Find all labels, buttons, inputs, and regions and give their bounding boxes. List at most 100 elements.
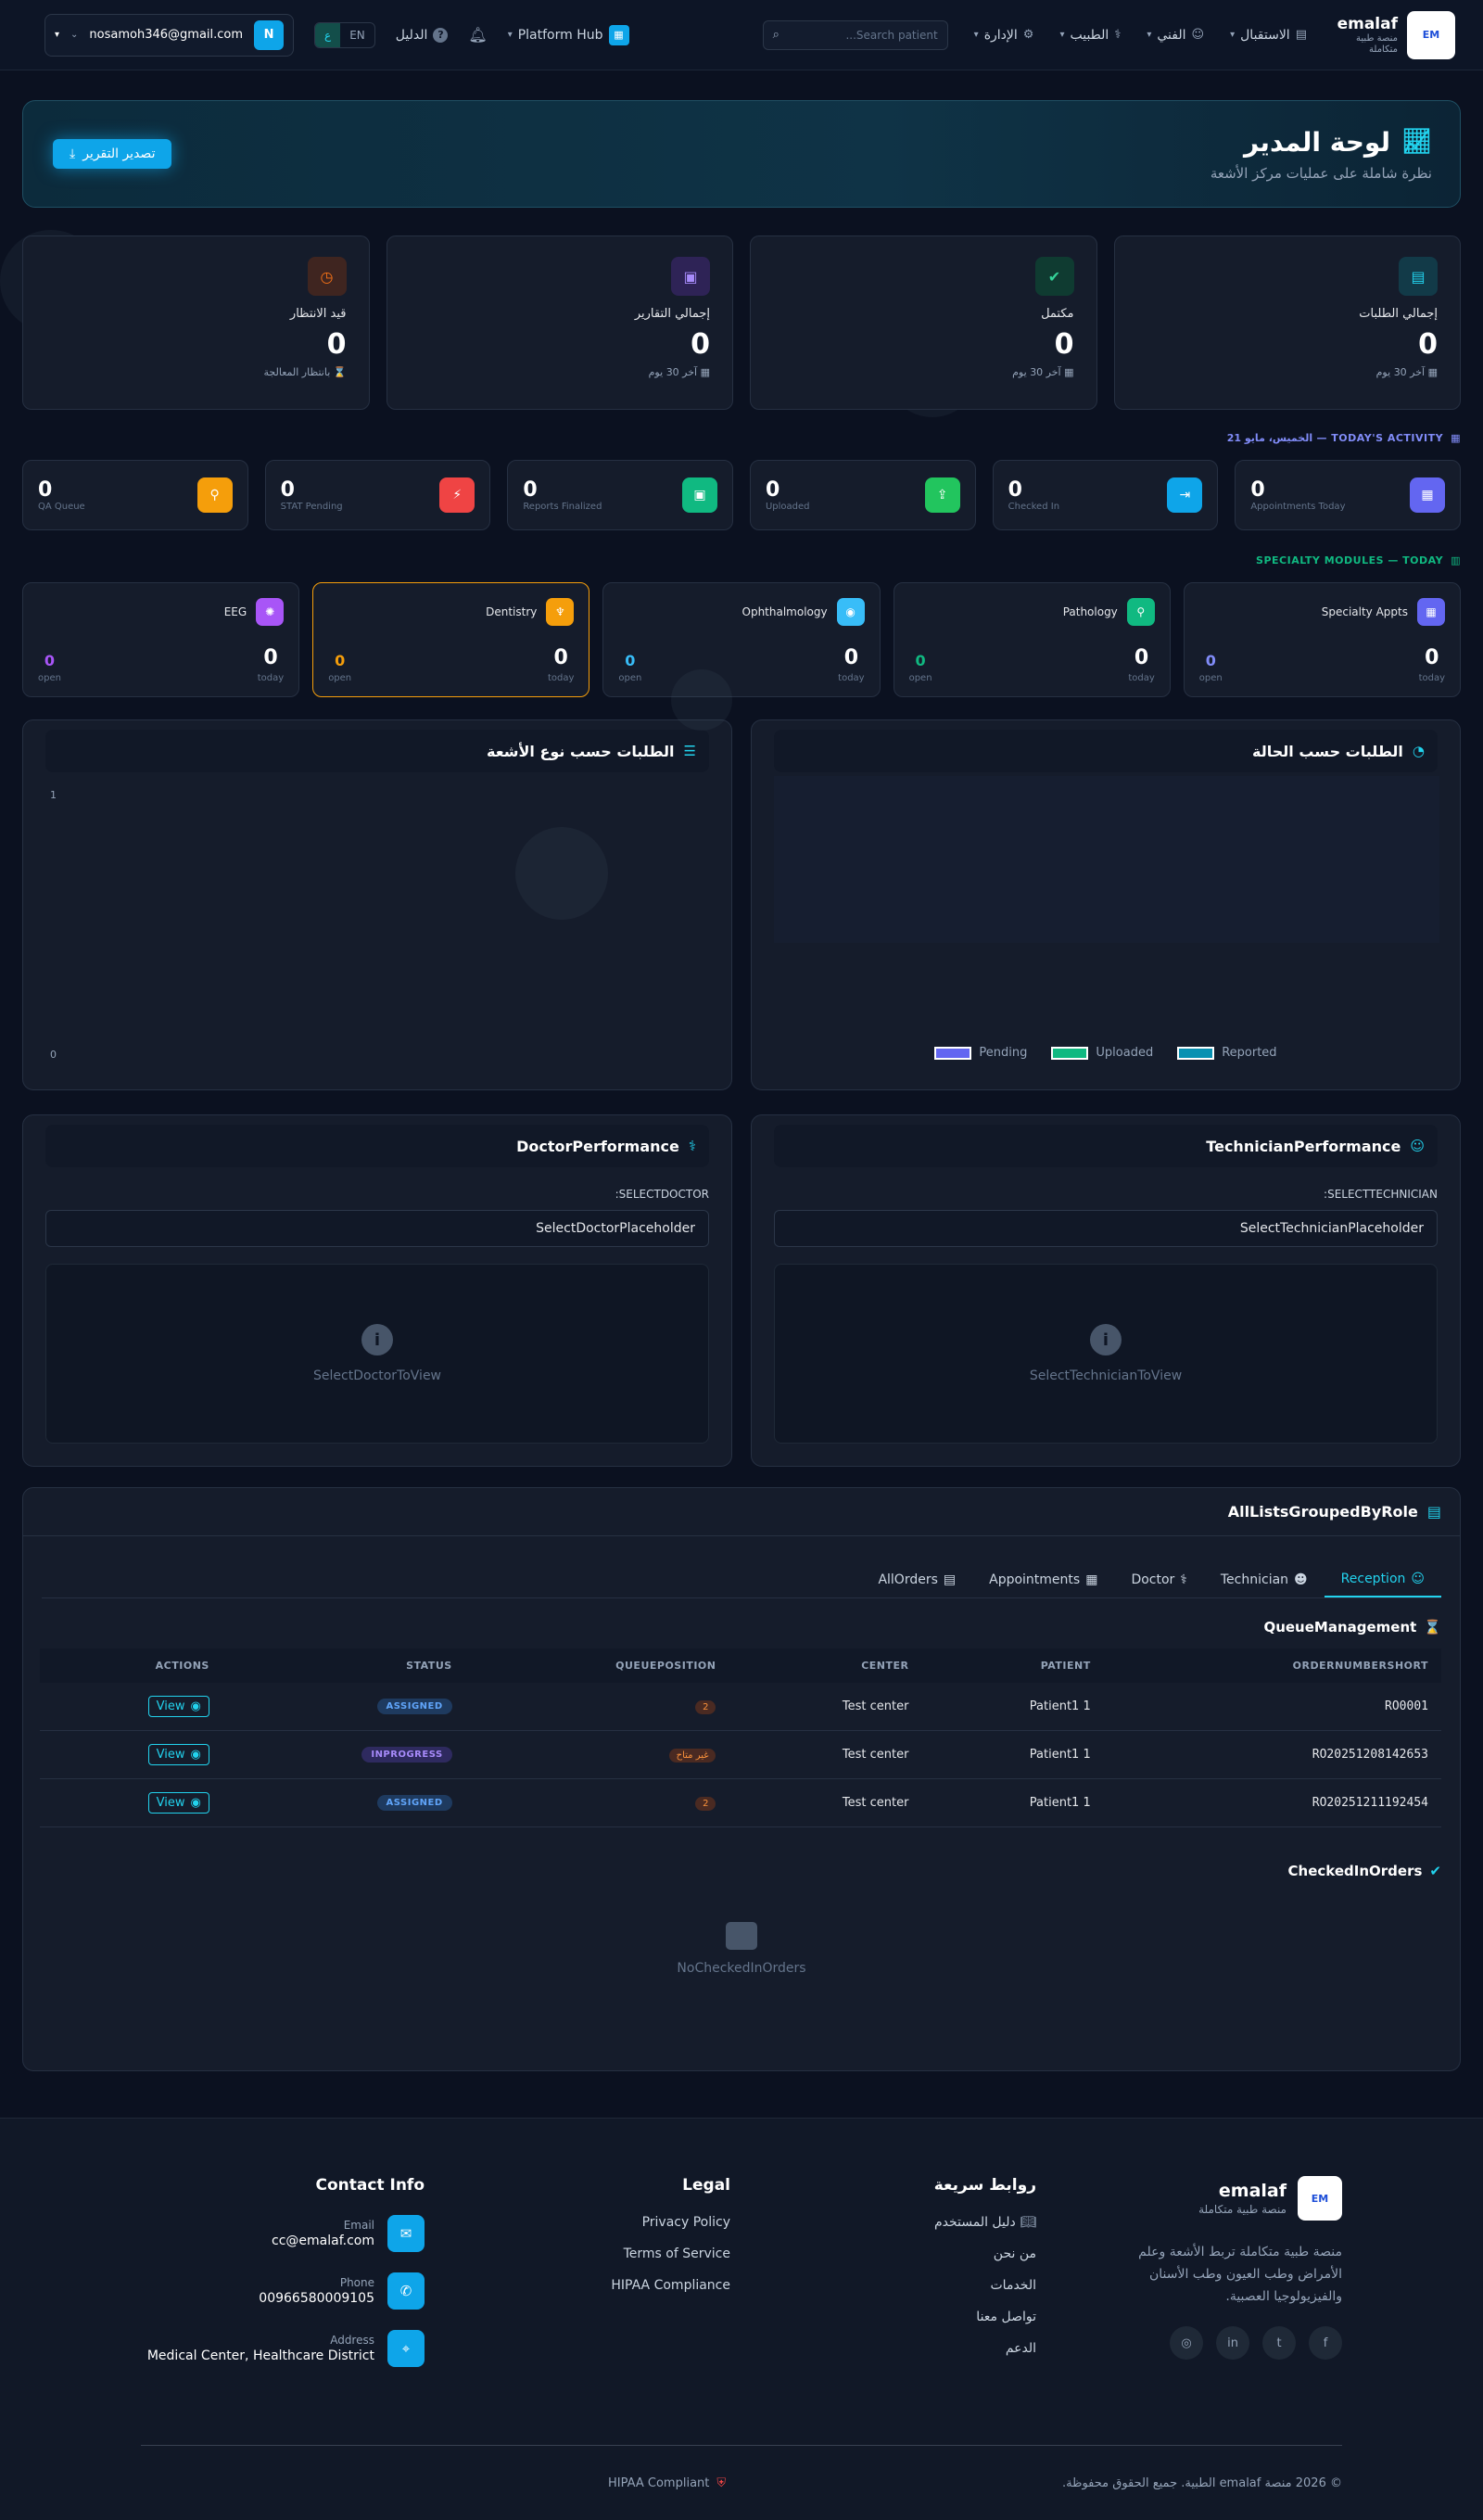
specialty-name: EEG [223, 605, 247, 618]
legend-item-pending[interactable]: Pending [934, 1046, 1027, 1060]
kpi-label: إجمالي الطلبات [1359, 307, 1438, 321]
specialty-open: 0 open [328, 646, 351, 683]
linkedin-icon[interactable]: in [1216, 2326, 1249, 2360]
sign-in-icon: ⇥ [1167, 477, 1203, 513]
specialty-card[interactable]: ◉ Ophthalmology 0 today 0 open [602, 582, 881, 697]
legend-item-uploaded[interactable]: Uploaded [1051, 1046, 1153, 1060]
nav-reception[interactable]: ▤ الاستقبال ▾ [1230, 28, 1307, 43]
bar-list-icon: ☰ [683, 743, 696, 759]
activity-value: 0 [1008, 478, 1022, 502]
technician-select[interactable]: SelectTechnicianPlaceholder [774, 1210, 1438, 1247]
instagram-icon[interactable]: ◎ [1170, 2326, 1203, 2360]
footer-link-terms[interactable]: Terms of Service [545, 2246, 730, 2261]
search-input[interactable] [786, 28, 938, 42]
twitter-icon[interactable]: t [1262, 2326, 1296, 2360]
footer-link-about[interactable]: من نحن [851, 2246, 1036, 2261]
export-report-button[interactable]: تصدير التقرير ⤓ [53, 139, 172, 169]
footer-quick-links-col: روابط سريعة 📖︎ دليل المستخدم من نحن الخد… [851, 2176, 1036, 2373]
activity-text: 0 STAT Pending [281, 478, 427, 512]
actions-cell: ◉ View [40, 1683, 222, 1731]
chevron-down-icon: ▾ [973, 30, 979, 40]
activity-card: ▣ 0 Reports Finalized [507, 460, 733, 530]
specialty-card[interactable]: ♆ Dentistry 0 today 0 open [312, 582, 590, 697]
nav-technician[interactable]: ☺ الفني ▾ [1147, 28, 1204, 43]
specialty-open: 0 open [1199, 646, 1223, 683]
lang-en[interactable]: EN [340, 23, 374, 47]
copyright: © 2026 منصة emalaf الطبية. جميع الحقوق م… [1062, 2476, 1342, 2490]
footer-link-user-guide[interactable]: 📖︎ دليل المستخدم [851, 2215, 1036, 2230]
view-button[interactable]: ◉ View [147, 1792, 209, 1814]
center-name: Test center [729, 1778, 922, 1827]
guide-link[interactable]: ? الدليل [396, 27, 449, 43]
upload-icon: ⇪ [924, 477, 960, 513]
specialty-values: 0 today 0 open [38, 646, 284, 683]
tab-label: Appointments [989, 1572, 1081, 1587]
language-toggle[interactable]: EN ع [314, 21, 375, 48]
open-label: open [328, 673, 352, 683]
nav-reception-label: الاستقبال [1240, 27, 1290, 43]
nav-admin[interactable]: ⚙ الإدارة ▾ [974, 28, 1034, 43]
tab-label: Technician [1220, 1572, 1289, 1587]
contact-address-text: Address Medical Center, Healthcare Distr… [147, 2334, 374, 2363]
platform-hub-link[interactable]: ▦ Platform Hub ▾ [508, 24, 629, 45]
tab-all-orders[interactable]: ▤ AllOrders [861, 1562, 972, 1597]
footer: EM emalaf منصة طبية متكاملة منصة طبية مت… [0, 2118, 1483, 2520]
chevron-down-icon: ▾ [1147, 30, 1152, 40]
view-button[interactable]: ◉ View [147, 1696, 209, 1717]
today-value: 0 [843, 646, 859, 669]
order-number: RO20251208142653 [1103, 1730, 1441, 1779]
view-button[interactable]: ◉ View [147, 1744, 209, 1765]
footer-link-label: دليل المستخدم [933, 2215, 1016, 2230]
table-header-row: ORDERNUMBERSHORT PATIENT CENTER QUEUEPOS… [40, 1648, 1441, 1683]
footer-legal-col: Legal Privacy Policy Terms of Service HI… [545, 2176, 730, 2310]
user-menu[interactable]: N nosamoh346@gmail.com ⌄ ▾ [44, 13, 295, 57]
status-cell: ASSIGNED [222, 1778, 465, 1827]
book-icon: 📖︎ [1020, 2215, 1036, 2230]
brand[interactable]: EM emalaf منصة طبية متكاملة [1333, 10, 1455, 59]
footer-link-hipaa[interactable]: HIPAA Compliance [545, 2278, 730, 2293]
activity-header-text: TODAY'S ACTIVITY — الخميس، مايو 21 [1226, 432, 1444, 444]
patient-search[interactable]: ⌕ [762, 19, 948, 50]
footer-link-services[interactable]: الخدمات [851, 2278, 1037, 2293]
specialty-card[interactable]: ⚲ Pathology 0 today 0 open [893, 582, 1171, 697]
activity-value: 0 [37, 478, 53, 502]
contact-phone[interactable]: Phone 00966580009105 ✆ [146, 2272, 425, 2310]
pie-chart-icon: ◔ [1412, 743, 1425, 759]
footer-contact-col: Contact Info Email cc@emalaf.com ✉ Phone… [146, 2176, 425, 2387]
specialty-card[interactable]: ▦ Specialty Appts 0 today 0 open [1183, 582, 1461, 697]
bell-icon[interactable]: 🔔︎ [468, 26, 487, 44]
open-label: open [1198, 673, 1223, 683]
clock-icon: ◷ [307, 257, 347, 296]
report-icon: ▣ [671, 257, 710, 296]
specialty-card[interactable]: ✺ EEG 0 today 0 open [21, 582, 300, 697]
tab-technician[interactable]: ☻ Technician [1204, 1562, 1325, 1597]
contact-email[interactable]: Email cc@emalaf.com ✉ [146, 2215, 425, 2252]
today-label: today [838, 673, 865, 683]
tab-reception[interactable]: ☺ Reception [1324, 1562, 1441, 1597]
footer-link-support[interactable]: الدعم [851, 2341, 1036, 2356]
kpi-foot-text: بانتظار المعالجة [263, 366, 331, 378]
tab-appointments[interactable]: ▦ Appointments [972, 1562, 1114, 1597]
nav-doctor[interactable]: ⚕ الطبيب ▾ [1059, 28, 1121, 43]
role-tabs: ☺ Reception ☻ Technician ⚕ Doctor ▦ Appo… [42, 1562, 1441, 1598]
specialty-header: ▥ SPECIALTY MODULES — TODAY [1256, 554, 1461, 566]
kpi-foot: ▦ آخر 30 يوم [648, 366, 710, 378]
tab-doctor[interactable]: ⚕ Doctor [1114, 1562, 1203, 1597]
footer-link-privacy[interactable]: Privacy Policy [545, 2215, 730, 2230]
y-tick-label: 0 [50, 1049, 57, 1061]
facebook-icon[interactable]: f [1309, 2326, 1342, 2360]
kpi-row: ▤ إجمالي الطلبات 0 ▦ آخر 30 يوم ✔ مكتمل … [22, 235, 1461, 410]
legend-item-reported[interactable]: Reported [1177, 1046, 1277, 1060]
kpi-value: 0 [1418, 328, 1438, 361]
shield-icon: ⛨ [716, 2476, 727, 2490]
doctor-select[interactable]: SelectDoctorPlaceholder [45, 1210, 709, 1247]
technician-empty-text: SelectTechnicianToView [1029, 1368, 1183, 1383]
status-pie-chart [774, 776, 1439, 943]
footer-link-contact[interactable]: تواصل معنا [851, 2310, 1036, 2324]
technician-performance-title: TechnicianPerformance [1206, 1137, 1401, 1155]
lang-ar[interactable]: ع [315, 22, 341, 47]
tooth-icon: ♆ [546, 598, 575, 626]
hipaa-text: HIPAA Compliant [608, 2476, 710, 2490]
checked-in-empty-text: NoCheckedInOrders [677, 1961, 806, 1976]
social-links: f t in ◎ [1120, 2326, 1342, 2360]
